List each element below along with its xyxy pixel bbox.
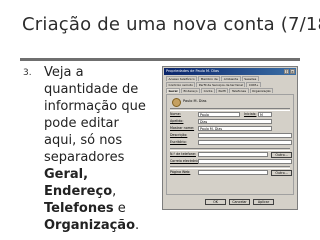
bullet-separator: e <box>113 201 126 216</box>
tab-row-1: Acesso telefónico Membro de Ambiente Ses… <box>166 76 294 81</box>
web-other-button[interactable]: Outro... <box>271 169 292 176</box>
dialog-titlebar[interactable]: Propriedades de Paulo M. Dias ? × <box>164 68 296 75</box>
display-name-label: Mostrar nome: <box>170 126 195 130</box>
phone-row: N.º de telefone: Outro... <box>170 151 292 158</box>
title-divider <box>20 58 300 61</box>
bullet-end: . <box>135 218 140 233</box>
help-button[interactable]: ? <box>284 69 289 74</box>
description-row: Descrição: <box>170 133 292 138</box>
first-name-label: Nome: <box>170 112 181 116</box>
phone-field[interactable] <box>198 152 268 157</box>
tab-profile[interactable]: Perfil <box>215 88 229 93</box>
bullet-line: pode editar <box>44 116 119 131</box>
bullet-bold-organizacao: Organização <box>44 218 135 233</box>
description-field[interactable] <box>198 133 292 138</box>
last-name-row: Apelido: Dias <box>170 119 290 124</box>
first-name-row: Nome: Paulo Iniciais: M <box>170 112 290 117</box>
apply-button[interactable]: Aplicar <box>253 199 274 205</box>
office-field[interactable] <box>198 140 292 145</box>
tab-sessions[interactable]: Sessões <box>241 76 259 81</box>
tab-environment[interactable]: Ambiente <box>221 76 241 81</box>
bullet-bold-endereco: Endereço <box>44 184 113 199</box>
tab-ts-profile[interactable]: Perfil de Serviços de terminal <box>196 82 246 87</box>
phone-label: N.º de telefone: <box>170 152 196 156</box>
phone-other-button[interactable]: Outro... <box>271 151 292 158</box>
office-row: Escritório: <box>170 140 292 145</box>
last-name-field[interactable]: Dias <box>198 119 272 124</box>
bullet-separator: , <box>112 184 117 199</box>
tab-organization[interactable]: Organização <box>249 88 274 93</box>
user-icon <box>172 98 181 107</box>
description-label: Descrição: <box>170 133 188 137</box>
email-field[interactable] <box>198 159 292 164</box>
tab-member-of[interactable]: Membro de <box>198 76 221 81</box>
user-properties-dialog: Propriedades de Paulo M. Dias ? × Acesso… <box>162 66 298 210</box>
tab-row-2: Controlo remoto Perfil de Serviços de te… <box>166 82 294 87</box>
bullet-line: quantidade de <box>44 82 139 97</box>
cancel-button[interactable]: Cancelar <box>229 199 250 205</box>
tab-address[interactable]: Endereço <box>181 88 201 93</box>
bullet-line: informação que <box>44 99 146 114</box>
bullet-bold-geral: Geral, <box>44 167 89 182</box>
bullet-line: separadores <box>44 150 125 165</box>
tab-general[interactable]: Geral <box>166 88 181 93</box>
user-display-name: Paulo M. Dias <box>183 99 207 103</box>
email-row: Correio electrónico: <box>170 159 292 164</box>
web-page-label: Página Web: <box>170 170 191 174</box>
first-name-field[interactable]: Paulo <box>198 112 240 117</box>
tab-dialin[interactable]: Acesso telefónico <box>166 76 198 81</box>
bullet-bold-telefones: Telefones <box>44 201 114 216</box>
display-name-row: Mostrar nome: Paulo M. Dias <box>170 126 290 131</box>
office-label: Escritório: <box>170 140 187 144</box>
general-tab-panel: Paulo M. Dias Nome: Paulo Iniciais: M Ap… <box>166 94 294 195</box>
bullet-line: aqui, só nos <box>44 133 123 148</box>
last-name-label: Apelido: <box>170 119 184 123</box>
tab-com[interactable]: COM+ <box>246 82 261 87</box>
web-page-row: Página Web: Outro... <box>170 169 292 176</box>
initials-label: Iniciais: <box>244 112 257 116</box>
close-button[interactable]: × <box>290 69 295 74</box>
web-page-field[interactable] <box>198 170 268 175</box>
bullet-text: Veja a quantidade de informação que pode… <box>44 64 162 234</box>
initials-field[interactable]: M <box>258 112 272 117</box>
tab-row-3: Geral Endereço Conta Perfil Telefones Or… <box>166 88 294 93</box>
divider <box>170 108 290 111</box>
tab-account[interactable]: Conta <box>201 88 215 93</box>
bullet-line: Veja a <box>44 65 84 80</box>
display-name-field[interactable]: Paulo M. Dias <box>198 126 272 131</box>
slide-title: Criação de uma nova conta (7/18) <box>22 14 320 35</box>
dialog-title: Propriedades de Paulo M. Dias <box>166 69 219 73</box>
ok-button[interactable]: OK <box>205 199 226 205</box>
bullet-number: 3. <box>23 68 32 78</box>
tab-telephones[interactable]: Telefones <box>229 88 249 93</box>
tab-remote-control[interactable]: Controlo remoto <box>166 82 196 87</box>
